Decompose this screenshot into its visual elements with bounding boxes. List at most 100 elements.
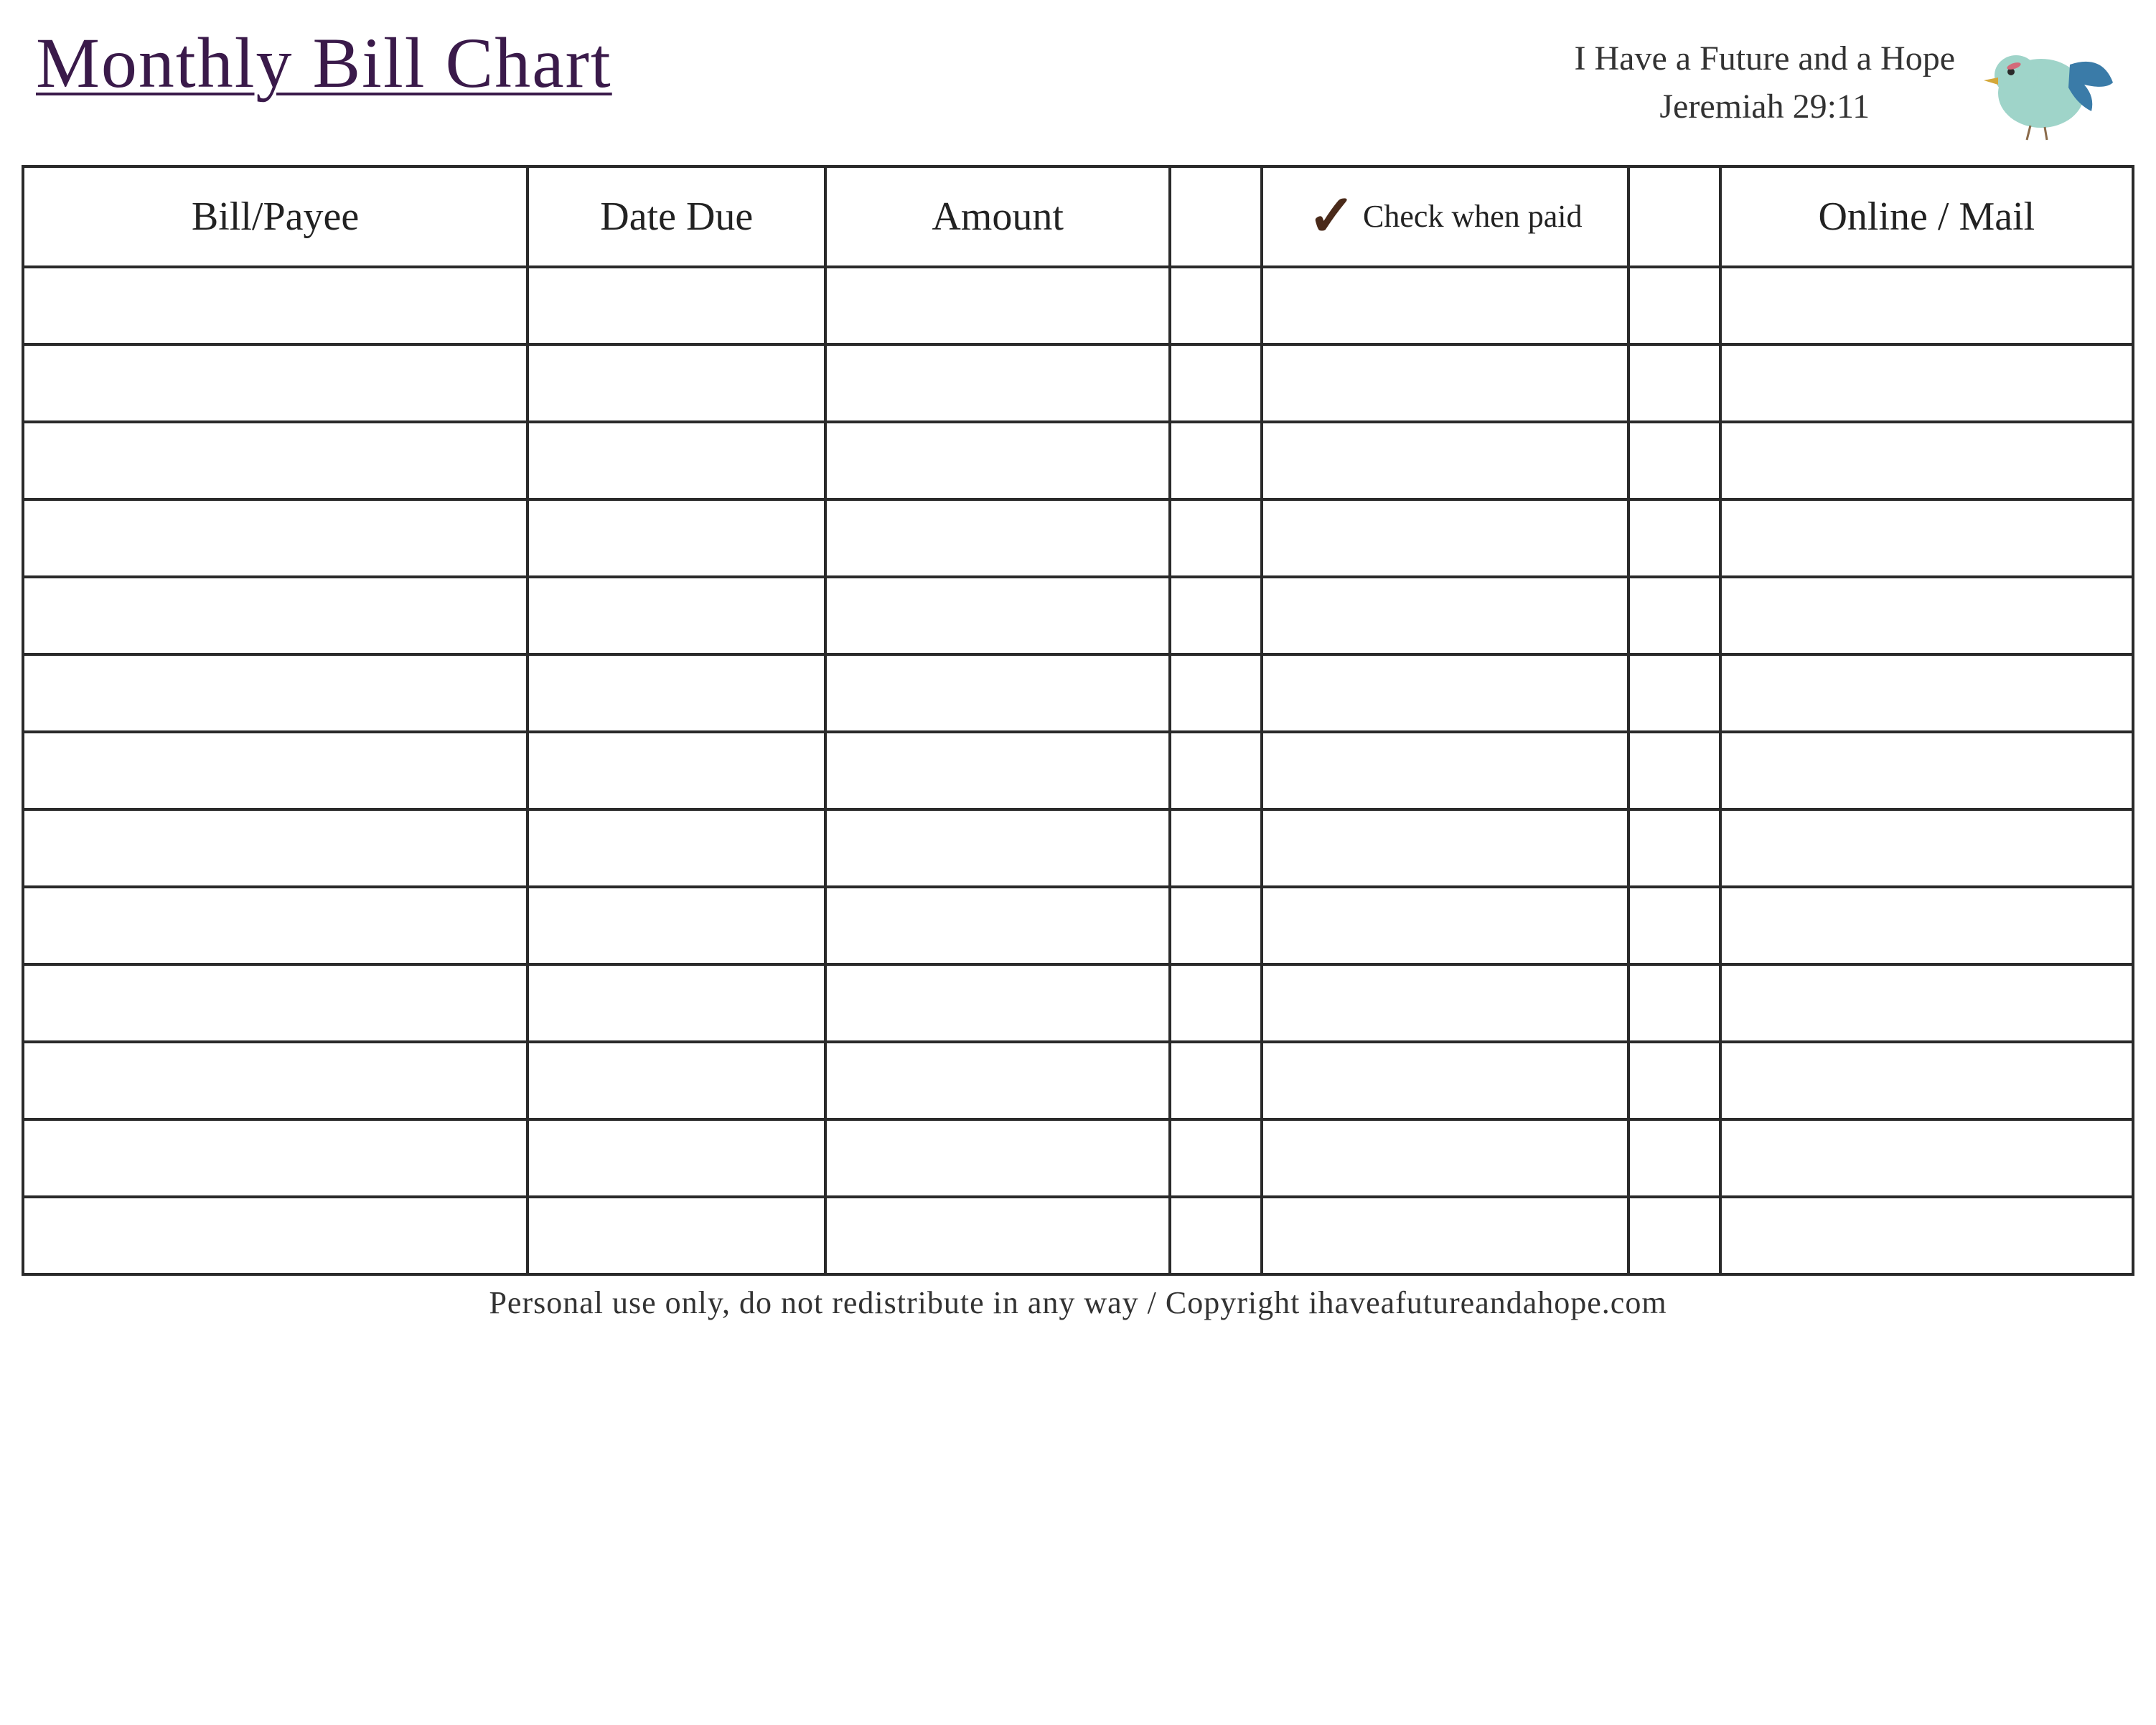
table-cell: [23, 1042, 528, 1119]
table-cell: [1720, 499, 2133, 577]
table-cell: [23, 267, 528, 344]
table-row: [23, 1197, 2133, 1274]
table-cell: [528, 654, 825, 732]
bird-icon: [1977, 22, 2120, 144]
document-header: Monthly Bill Chart I Have a Future and a…: [22, 14, 2134, 165]
table-cell: [1628, 1119, 1720, 1197]
check-when-paid-label: Check when paid: [1363, 199, 1582, 234]
copyright-footer: Personal use only, do not redistribute i…: [22, 1276, 2134, 1321]
table-cell: [1720, 1119, 2133, 1197]
table-row: [23, 809, 2133, 887]
table-cell: [1170, 1119, 1262, 1197]
table-cell: [1170, 654, 1262, 732]
table-cell: [1170, 422, 1262, 499]
table-row: [23, 1119, 2133, 1197]
table-cell: [825, 964, 1169, 1042]
table-cell: [1262, 499, 1628, 577]
table-cell: [1262, 964, 1628, 1042]
column-gap-2: [1628, 166, 1720, 267]
table-cell: [825, 577, 1169, 654]
table-cell: [825, 732, 1169, 809]
column-gap-1: [1170, 166, 1262, 267]
table-cell: [23, 654, 528, 732]
table-cell: [528, 1197, 825, 1274]
table-row: [23, 964, 2133, 1042]
table-cell: [528, 499, 825, 577]
table-body: [23, 267, 2133, 1274]
table-cell: [1262, 809, 1628, 887]
table-cell: [825, 887, 1169, 964]
column-header-payee: Bill/Payee: [23, 166, 528, 267]
table-cell: [528, 887, 825, 964]
table-cell: [23, 577, 528, 654]
table-cell: [528, 732, 825, 809]
table-cell: [1170, 809, 1262, 887]
table-cell: [1720, 887, 2133, 964]
scripture-verse: I Have a Future and a Hope Jeremiah 29:1…: [1575, 34, 1955, 131]
table-row: [23, 887, 2133, 964]
table-cell: [528, 1119, 825, 1197]
table-row: [23, 344, 2133, 422]
table-row: [23, 1042, 2133, 1119]
table-cell: [1262, 654, 1628, 732]
table-cell: [1262, 267, 1628, 344]
table-cell: [1628, 809, 1720, 887]
verse-line-1: I Have a Future and a Hope: [1575, 34, 1955, 83]
column-header-date-due: Date Due: [528, 166, 825, 267]
table-cell: [825, 422, 1169, 499]
table-cell: [1628, 964, 1720, 1042]
table-cell: [1628, 1197, 1720, 1274]
table-cell: [1628, 267, 1720, 344]
table-cell: [1170, 1197, 1262, 1274]
table-cell: [23, 887, 528, 964]
table-cell: [1628, 422, 1720, 499]
table-cell: [1262, 344, 1628, 422]
table-cell: [528, 577, 825, 654]
table-cell: [1720, 422, 2133, 499]
table-cell: [1170, 577, 1262, 654]
table-cell: [1628, 1042, 1720, 1119]
table-cell: [1720, 344, 2133, 422]
column-header-online-mail: Online / Mail: [1720, 166, 2133, 267]
table-cell: [1170, 964, 1262, 1042]
table-cell: [1720, 732, 2133, 809]
table-cell: [23, 1197, 528, 1274]
table-cell: [1170, 499, 1262, 577]
table-cell: [1628, 577, 1720, 654]
table-cell: [23, 809, 528, 887]
checkmark-icon: ✓: [1308, 185, 1356, 248]
table-cell: [23, 964, 528, 1042]
table-cell: [528, 267, 825, 344]
table-cell: [1262, 732, 1628, 809]
table-cell: [23, 499, 528, 577]
table-cell: [1720, 964, 2133, 1042]
table-cell: [825, 344, 1169, 422]
document-title: Monthly Bill Chart: [36, 14, 612, 104]
table-cell: [1628, 344, 1720, 422]
table-cell: [528, 809, 825, 887]
table-cell: [1170, 267, 1262, 344]
table-cell: [1170, 1042, 1262, 1119]
table-cell: [1628, 887, 1720, 964]
table-cell: [825, 809, 1169, 887]
column-header-amount: Amount: [825, 166, 1169, 267]
table-cell: [528, 964, 825, 1042]
table-row: [23, 267, 2133, 344]
table-row: [23, 499, 2133, 577]
table-cell: [1628, 654, 1720, 732]
table-cell: [1720, 809, 2133, 887]
table-cell: [528, 344, 825, 422]
table-row: [23, 422, 2133, 499]
table-cell: [528, 422, 825, 499]
table-row: [23, 654, 2133, 732]
table-cell: [528, 1042, 825, 1119]
table-cell: [1628, 499, 1720, 577]
table-cell: [1628, 732, 1720, 809]
table-cell: [1720, 1042, 2133, 1119]
table-cell: [1262, 1119, 1628, 1197]
table-cell: [23, 732, 528, 809]
table-cell: [1262, 1197, 1628, 1274]
table-row: [23, 732, 2133, 809]
table-cell: [1720, 654, 2133, 732]
table-cell: [23, 422, 528, 499]
